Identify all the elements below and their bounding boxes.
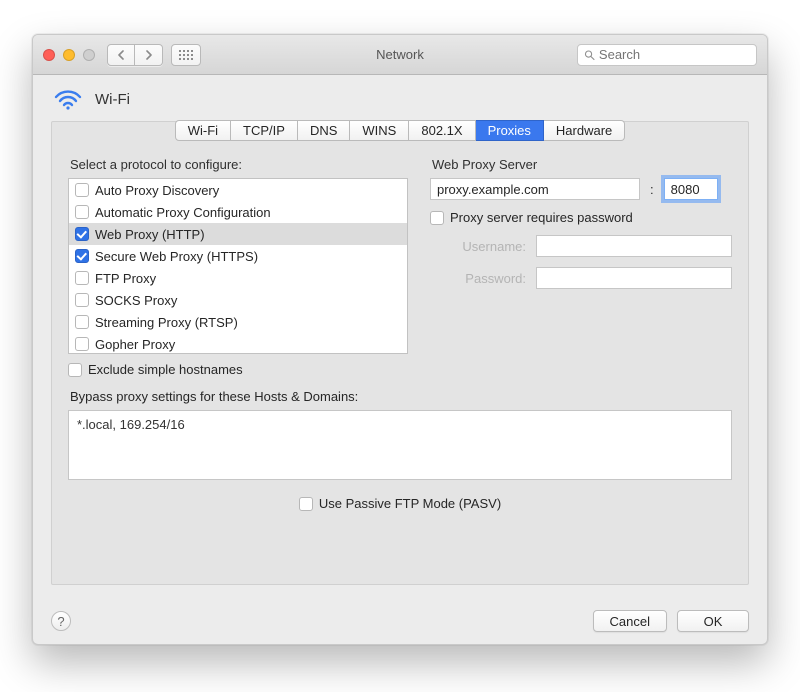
- tab-hardware[interactable]: Hardware: [544, 120, 625, 141]
- bypass-label: Bypass proxy settings for these Hosts & …: [70, 389, 732, 404]
- search-icon: [584, 49, 595, 61]
- network-preferences-window: Network Wi-Fi Wi-FiTCP/IPDNSWINS802.1XPr…: [32, 34, 768, 645]
- zoom-window-button[interactable]: [83, 49, 95, 61]
- password-required-label: Proxy server requires password: [450, 210, 633, 225]
- password-required-row: Proxy server requires password: [430, 210, 732, 225]
- protocol-row[interactable]: Auto Proxy Discovery: [69, 179, 407, 201]
- protocol-row[interactable]: Gopher Proxy: [69, 333, 407, 354]
- proxy-port-input[interactable]: [664, 178, 718, 200]
- proxy-server-input[interactable]: [430, 178, 640, 200]
- server-port-separator: :: [646, 182, 658, 197]
- columns: Select a protocol to configure: Auto Pro…: [68, 153, 732, 377]
- protocol-column: Select a protocol to configure: Auto Pro…: [68, 153, 408, 377]
- window-controls: [43, 49, 95, 61]
- protocol-row[interactable]: Streaming Proxy (RTSP): [69, 311, 407, 333]
- grid-icon: [179, 50, 193, 60]
- protocol-label: Select a protocol to configure:: [70, 157, 408, 172]
- protocol-label: Auto Proxy Discovery: [95, 183, 219, 198]
- bypass-textarea[interactable]: *.local, 169.254/16: [68, 410, 732, 480]
- wifi-icon: [53, 87, 83, 111]
- protocol-label: Automatic Proxy Configuration: [95, 205, 271, 220]
- server-label: Web Proxy Server: [432, 157, 732, 172]
- password-required-checkbox[interactable]: [430, 211, 444, 225]
- protocol-checkbox[interactable]: [75, 271, 89, 285]
- protocol-row[interactable]: FTP Proxy: [69, 267, 407, 289]
- protocol-label: FTP Proxy: [95, 271, 156, 286]
- search-input[interactable]: [599, 47, 750, 62]
- tab-proxies[interactable]: Proxies: [476, 120, 544, 141]
- nav-segment: [107, 44, 163, 66]
- back-button[interactable]: [107, 44, 135, 66]
- protocol-label: Streaming Proxy (RTSP): [95, 315, 238, 330]
- chevron-right-icon: [145, 50, 153, 60]
- protocol-checkbox[interactable]: [75, 293, 89, 307]
- help-icon: ?: [57, 614, 64, 629]
- exclude-simple-hostnames-checkbox[interactable]: [68, 363, 82, 377]
- exclude-row: Exclude simple hostnames: [68, 362, 408, 377]
- pasv-row: Use Passive FTP Mode (PASV): [68, 496, 732, 511]
- username-row: Username:: [430, 235, 732, 257]
- ok-button[interactable]: OK: [677, 610, 749, 632]
- protocol-checkbox[interactable]: [75, 315, 89, 329]
- protocol-checkbox[interactable]: [75, 249, 89, 263]
- protocol-row[interactable]: Secure Web Proxy (HTTPS): [69, 245, 407, 267]
- chevron-left-icon: [117, 50, 125, 60]
- exclude-simple-hostnames-label: Exclude simple hostnames: [88, 362, 243, 377]
- server-column: Web Proxy Server : Proxy server requires…: [430, 153, 732, 377]
- protocol-label: Secure Web Proxy (HTTPS): [95, 249, 258, 264]
- protocol-label: Gopher Proxy: [95, 337, 175, 352]
- password-label: Password:: [430, 271, 526, 286]
- close-window-button[interactable]: [43, 49, 55, 61]
- protocol-checkbox[interactable]: [75, 337, 89, 351]
- tab-wins[interactable]: WINS: [350, 120, 409, 141]
- toolbar: Network: [33, 35, 767, 75]
- protocol-label: SOCKS Proxy: [95, 293, 177, 308]
- protocol-row[interactable]: SOCKS Proxy: [69, 289, 407, 311]
- protocol-label: Web Proxy (HTTP): [95, 227, 205, 242]
- tab-wi-fi[interactable]: Wi-Fi: [175, 120, 231, 141]
- protocol-row[interactable]: Web Proxy (HTTP): [69, 223, 407, 245]
- protocol-checkbox[interactable]: [75, 227, 89, 241]
- username-input[interactable]: [536, 235, 732, 257]
- footer-buttons: Cancel OK: [593, 610, 749, 632]
- cancel-button[interactable]: Cancel: [593, 610, 667, 632]
- search-field[interactable]: [577, 44, 757, 66]
- tab-tcp-ip[interactable]: TCP/IP: [231, 120, 298, 141]
- settings-panel: Wi-FiTCP/IPDNSWINS802.1XProxiesHardware …: [51, 121, 749, 585]
- protocol-row[interactable]: Automatic Proxy Configuration: [69, 201, 407, 223]
- password-row: Password:: [430, 267, 732, 289]
- show-all-button[interactable]: [171, 44, 201, 66]
- tab-dns[interactable]: DNS: [298, 120, 350, 141]
- password-input[interactable]: [536, 267, 732, 289]
- tab-bar: Wi-FiTCP/IPDNSWINS802.1XProxiesHardware: [68, 120, 732, 141]
- header-row: Wi-Fi: [33, 75, 767, 121]
- minimize-window-button[interactable]: [63, 49, 75, 61]
- protocol-listbox[interactable]: Auto Proxy Discovery Automatic Proxy Conf…: [68, 178, 408, 354]
- interface-name: Wi-Fi: [95, 91, 130, 108]
- tab-802-1x[interactable]: 802.1X: [409, 120, 475, 141]
- protocol-checkbox[interactable]: [75, 205, 89, 219]
- footer: ? Cancel OK: [51, 610, 749, 632]
- passive-ftp-checkbox[interactable]: [299, 497, 313, 511]
- passive-ftp-label: Use Passive FTP Mode (PASV): [319, 496, 501, 511]
- server-row: :: [430, 178, 732, 200]
- help-button[interactable]: ?: [51, 611, 71, 631]
- protocol-checkbox[interactable]: [75, 183, 89, 197]
- username-label: Username:: [430, 239, 526, 254]
- forward-button[interactable]: [135, 44, 163, 66]
